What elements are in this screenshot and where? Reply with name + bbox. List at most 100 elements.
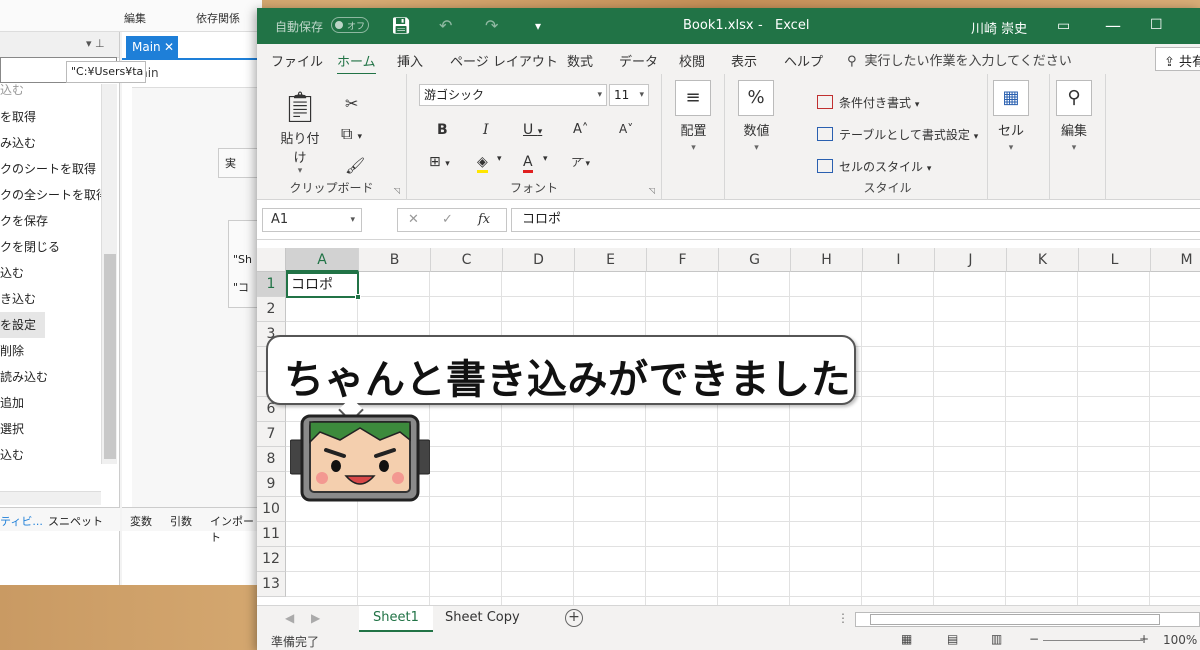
undo-icon[interactable]: ↶ [439,16,452,35]
increase-font-size-icon[interactable]: A˄ [573,122,588,137]
tell-me-search[interactable]: ⚲ 実行したい作業を入力してください [847,50,1072,69]
tab-main[interactable]: Main ✕ [126,36,178,58]
file-path-field[interactable]: "C:¥Users¥ta [66,61,146,83]
chevron-down-icon[interactable]: ▾ [543,154,548,164]
zoom-slider[interactable] [1043,640,1143,641]
activities-vertical-scrollbar[interactable] [101,84,117,464]
column-header[interactable]: K [1007,248,1079,272]
font-color-icon[interactable]: A [523,154,533,173]
zoom-in-icon[interactable]: + [1139,632,1149,646]
list-item[interactable]: クを閉じる [0,234,104,260]
tab-insert[interactable]: 挿入 [397,51,423,70]
share-button[interactable]: ⇪ 共有 [1155,47,1200,71]
sheet-tab[interactable]: Sheet Copy [431,606,534,632]
phonetic-guide-icon[interactable]: ア̄ ▾ [571,154,590,170]
cancel-icon[interactable]: ✕ [408,212,419,227]
alignment-button[interactable]: 配置 ▾ [662,120,725,154]
row-header[interactable]: 11 [257,522,286,547]
cell-a1-selected[interactable]: コロポ [286,272,361,300]
horizontal-scrollbar[interactable] [855,612,1200,627]
row-header[interactable]: 13 [257,572,286,597]
page-break-view-icon[interactable]: ▥ [991,632,1002,646]
column-header[interactable]: I [863,248,935,272]
formula-input[interactable]: コロポ [511,208,1200,232]
chevron-down-icon[interactable]: ▾ [497,154,502,164]
user-name[interactable]: 川崎 崇史 [971,18,1027,37]
sheet-tab[interactable]: Sheet1 [359,606,433,632]
row-header[interactable]: 1 [257,272,286,297]
list-item[interactable]: 追加 [0,390,104,416]
sheet-tab-splitter[interactable]: ⋮ [837,611,849,625]
tab-file[interactable]: ファイル [271,51,323,70]
sheet-prev-icon[interactable]: ◀ [285,611,294,625]
alignment-icon[interactable]: ≡ [675,80,711,116]
add-sheet-button[interactable]: + [565,609,583,627]
scrollbar-thumb[interactable] [104,254,116,459]
pin-icon[interactable]: ▾ ⊥ [86,37,105,50]
tab-help[interactable]: ヘルプ [784,51,823,70]
cells-icon[interactable]: ▦ [993,80,1029,116]
copy-icon[interactable]: ⧉ ▾ [341,124,362,144]
fill-color-icon[interactable]: ◈ [477,154,488,173]
enter-icon[interactable]: ✓ [442,212,453,227]
normal-view-icon[interactable]: ▦ [901,632,912,646]
zoom-level[interactable]: 100% [1163,633,1197,647]
redo-icon[interactable]: ↷ [485,16,498,35]
tab-dependencies[interactable]: 依存関係 [196,10,240,26]
column-header[interactable]: G [719,248,791,272]
cut-icon[interactable]: ✂ [345,94,358,113]
column-header[interactable]: H [791,248,863,272]
column-header[interactable]: D [503,248,575,272]
list-item[interactable]: 込む [0,260,104,286]
dialog-launcher-icon[interactable]: ◹ [394,186,400,195]
list-item[interactable]: クを保存 [0,208,104,234]
list-item[interactable]: クのシートを取得 [0,156,104,182]
list-item[interactable]: クの全シートを取得 [0,182,104,208]
column-header[interactable]: M [1151,248,1200,272]
column-header[interactable]: L [1079,248,1151,272]
list-item[interactable]: 読み込む [0,364,104,390]
page-layout-view-icon[interactable]: ▤ [947,632,958,646]
column-header[interactable]: J [935,248,1007,272]
tab-snippets[interactable]: スニペット [48,513,103,529]
activity-box[interactable]: 実 [218,148,262,178]
row-header[interactable]: 12 [257,547,286,572]
underline-icon[interactable]: U ▾ [523,122,542,138]
close-icon[interactable]: ✕ [164,36,174,58]
tab-home[interactable]: ホーム [337,51,376,75]
column-header[interactable]: E [575,248,647,272]
list-item[interactable]: 選択 [0,416,104,442]
tab-arguments[interactable]: 引数 [170,513,192,529]
number-format-button[interactable]: 数値 ▾ [725,120,788,154]
tab-imports[interactable]: インポート [210,513,262,545]
tab-activities[interactable]: ティビ... [0,513,43,529]
minimize-icon[interactable]: — [1105,16,1121,35]
percent-icon[interactable]: % [738,80,774,116]
tab-review[interactable]: 校閲 [679,51,705,70]
row-header[interactable]: 2 [257,297,286,322]
tab-edit[interactable]: 編集 [124,10,146,26]
list-item[interactable]: 込む [0,84,104,104]
row-header[interactable]: 8 [257,447,286,472]
dialog-launcher-icon[interactable]: ◹ [649,186,655,195]
maximize-icon[interactable]: ☐ [1150,17,1163,33]
list-item[interactable]: み込む [0,130,104,156]
borders-icon[interactable]: ⊞ ▾ [429,154,450,170]
row-header[interactable]: 10 [257,497,286,522]
insert-function-icon[interactable]: fx [478,212,490,227]
sheet-next-icon[interactable]: ▶ [311,611,320,625]
font-name-select[interactable]: 游ゴシック ▾ [419,84,607,106]
autosave-toggle[interactable]: オフ [331,17,369,33]
select-all-corner[interactable] [257,248,286,272]
list-item-selected[interactable]: を設定 [0,312,45,338]
bold-icon[interactable]: B [437,122,448,138]
conditional-formatting-button[interactable]: 条件付き書式 ▾ [817,94,919,111]
list-item[interactable]: を取得 [0,104,104,130]
tab-view[interactable]: 表示 [731,51,757,70]
italic-icon[interactable]: I [483,122,489,138]
save-icon[interactable]: 💾︎ [391,16,411,35]
column-header[interactable]: C [431,248,503,272]
row-header[interactable]: 7 [257,422,286,447]
zoom-out-icon[interactable]: − [1029,632,1039,646]
format-as-table-button[interactable]: テーブルとして書式設定 ▾ [817,126,978,143]
